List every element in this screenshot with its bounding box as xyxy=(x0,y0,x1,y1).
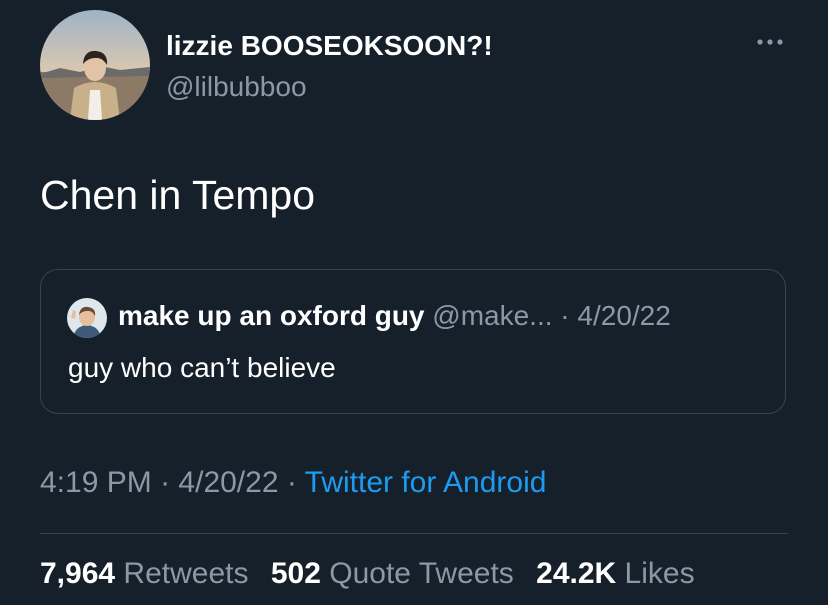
quoted-tweet-date[interactable]: 4/20/22 xyxy=(577,300,670,331)
quoted-author-avatar-image xyxy=(67,298,107,338)
more-options-button[interactable] xyxy=(752,30,788,54)
tweet-metadata: 4:19 PM · 4/20/22 · Twitter for Android xyxy=(40,466,546,500)
quoted-author-avatar[interactable] xyxy=(67,298,107,338)
tweet-source-link[interactable]: Twitter for Android xyxy=(305,466,547,499)
tweet-detail: lizzie BOOSEOKSOON?! @lilbubboo Chen in … xyxy=(0,0,828,605)
author-display-name[interactable]: lizzie BOOSEOKSOON?! xyxy=(166,30,493,62)
author-handle[interactable]: @lilbubboo xyxy=(166,71,307,103)
likes-label: Likes xyxy=(624,557,695,590)
tweet-date[interactable]: 4/20/22 xyxy=(178,466,278,499)
retweets-stat[interactable]: 7,964 Retweets xyxy=(40,557,257,590)
likes-stat[interactable]: 24.2K Likes xyxy=(536,557,694,590)
more-horizontal-icon xyxy=(757,39,783,45)
quoted-separator: · xyxy=(560,300,570,331)
quote-tweets-count: 502 xyxy=(270,557,321,590)
quoted-tweet-text: guy who can’t believe xyxy=(68,352,336,383)
meta-separator: · xyxy=(160,466,171,499)
likes-count: 24.2K xyxy=(536,557,617,590)
stats-divider xyxy=(40,533,788,534)
quoted-tweet-header: make up an oxford guy @make... · 4/20/22 xyxy=(118,300,671,332)
tweet-stats: 7,964 Retweets 502 Quote Tweets 24.2K Li… xyxy=(40,557,709,591)
retweets-count: 7,964 xyxy=(40,557,116,590)
quote-tweets-label: Quote Tweets xyxy=(329,557,514,590)
tweet-text: Chen in Tempo xyxy=(40,172,316,218)
quoted-tweet-card[interactable]: make up an oxford guy @make... · 4/20/22… xyxy=(40,269,786,414)
tweet-time[interactable]: 4:19 PM xyxy=(40,466,152,499)
quoted-author-name[interactable]: make up an oxford guy xyxy=(118,300,425,331)
quote-tweets-stat[interactable]: 502 Quote Tweets xyxy=(271,557,522,590)
quoted-author-handle[interactable]: @make... xyxy=(432,300,552,331)
retweets-label: Retweets xyxy=(123,557,249,590)
author-avatar[interactable] xyxy=(40,10,150,120)
author-avatar-image xyxy=(40,10,150,120)
meta-separator: · xyxy=(286,466,297,499)
